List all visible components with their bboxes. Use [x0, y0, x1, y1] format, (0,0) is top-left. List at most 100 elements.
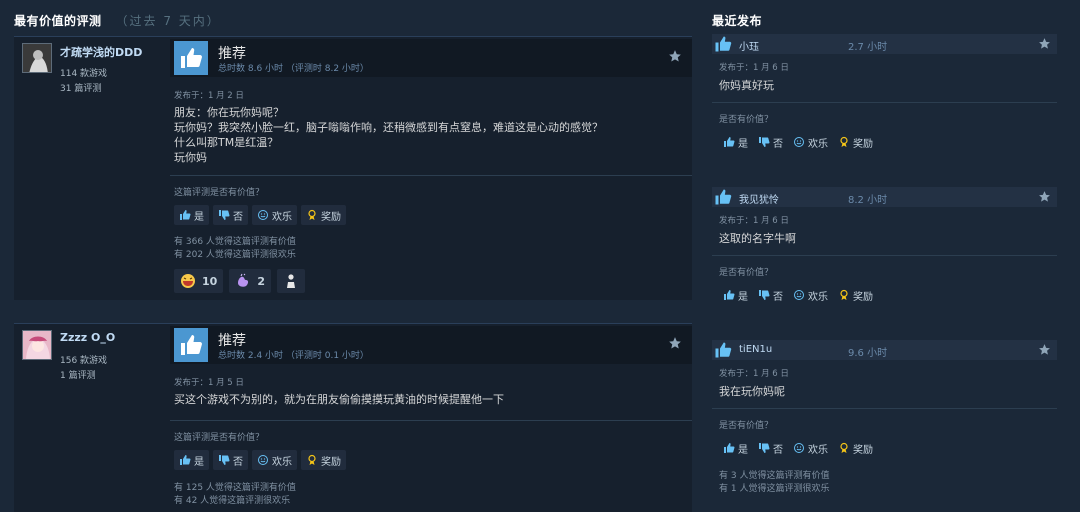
- star-icon[interactable]: [1038, 37, 1051, 50]
- helpful-question: 是否有价值？: [719, 268, 774, 278]
- recent-hours: 9.6 小时: [848, 348, 888, 359]
- author-reviews[interactable]: 1 篇评测: [60, 368, 96, 381]
- vote-no-button[interactable]: 否: [754, 285, 787, 305]
- review-text: 朋友：你在玩你妈呢？ 玩你妈？我突然小脸一红，脑子嗡嗡作响，还稍微感到有点窒息，…: [174, 105, 603, 165]
- star-icon[interactable]: [1038, 190, 1051, 203]
- thumbs-down-icon: [758, 136, 770, 148]
- helpful-count: 有 366 人觉得这篇评测有价值: [174, 237, 296, 247]
- recent-author[interactable]: tiEN1u: [739, 344, 772, 355]
- recent-heading: 最近发布: [712, 14, 763, 28]
- helpful-counts: 有 3 人觉得这篇评测有价值 有 1 人觉得这篇评测很欢乐: [719, 470, 829, 496]
- recent-review-header: tiEN1u 9.6 小时: [712, 340, 1057, 360]
- award-badge[interactable]: [276, 269, 305, 293]
- recent-hours: 2.7 小时: [848, 42, 888, 53]
- playtime: 总时数 2.4 小时 （评测时 0.1 小时）: [218, 351, 369, 361]
- avatar[interactable]: [22, 43, 52, 73]
- vote-funny-button[interactable]: 欢乐: [789, 438, 832, 458]
- vote-yes-button[interactable]: 是: [719, 285, 752, 305]
- vote-funny-button[interactable]: 欢乐: [789, 285, 832, 305]
- thumbs-down-icon: [758, 289, 770, 301]
- thumbs-up-icon: [723, 136, 735, 148]
- thumbs-down-icon: [758, 442, 770, 454]
- vote-no-button[interactable]: 否: [754, 132, 787, 152]
- review-text: 我在玩你妈呢: [719, 385, 785, 398]
- divider: [712, 408, 1057, 409]
- vote-yes-button[interactable]: 是: [174, 205, 209, 225]
- award-button[interactable]: 奖励: [834, 438, 877, 458]
- recent-review-card: tiEN1u 9.6 小时 发布于：1 月 6 日 我在玩你妈呢 是否有价值？ …: [712, 340, 1057, 512]
- vote-no-button[interactable]: 否: [213, 205, 248, 225]
- vote-yes-button[interactable]: 是: [719, 132, 752, 152]
- review-line: 朋友：你在玩你妈呢？: [174, 106, 284, 119]
- vote-no-button[interactable]: 否: [213, 450, 248, 470]
- star-icon[interactable]: [668, 336, 682, 350]
- posted-date: 发布于：1 月 6 日: [719, 216, 789, 226]
- recent-hours: 8.2 小时: [848, 195, 888, 206]
- award-badge[interactable]: 2: [229, 269, 271, 293]
- thumbs-up-icon: [174, 41, 208, 75]
- vote-buttons: 是 否 欢乐 奖励: [174, 205, 346, 225]
- author-reviews[interactable]: 31 篇评测: [60, 81, 101, 94]
- helpful-counts: 有 125 人觉得这篇评测有价值 有 42 人觉得这篇评测很欢乐: [174, 482, 296, 508]
- award-button[interactable]: 奖励: [834, 132, 877, 152]
- award-button[interactable]: 奖励: [301, 450, 346, 470]
- thumbs-up-icon: [174, 328, 208, 362]
- thumbs-up-icon: [179, 209, 191, 221]
- thumbs-up-icon: [714, 34, 732, 54]
- most-helpful-subheading: （过去 7 天内）: [115, 14, 221, 28]
- vote-yes-button[interactable]: 是: [174, 450, 209, 470]
- review-card: 才疏学浅的DDD 114 款游戏 31 篇评测 推荐 总时数 8.6 小时 （评…: [14, 36, 692, 300]
- awards-row: 10 2: [174, 269, 305, 293]
- vote-header: 推荐 总时数 2.4 小时 （评测时 0.1 小时）: [170, 326, 692, 364]
- review-line: 买这个游戏不为别的，就为在朋友偷偷摸摸玩黄油的时候提醒他一下: [174, 393, 504, 406]
- vote-buttons: 是 否 欢乐 奖励: [719, 132, 877, 152]
- medal-icon: [306, 209, 318, 221]
- divider: [170, 420, 692, 421]
- vote-funny-button[interactable]: 欢乐: [252, 450, 297, 470]
- review-text: 这取的名字牛啊: [719, 232, 796, 245]
- recent-author[interactable]: 小珏: [739, 38, 759, 53]
- thumbs-up-icon: [179, 454, 191, 466]
- posted-date: 发布于：1 月 5 日: [174, 378, 244, 388]
- star-icon[interactable]: [668, 49, 682, 63]
- author-games[interactable]: 156 款游戏: [60, 353, 107, 366]
- posted-date: 发布于：1 月 6 日: [719, 369, 789, 379]
- award-button[interactable]: 奖励: [834, 285, 877, 305]
- medal-icon: [838, 289, 850, 301]
- trophy-figure-icon: [286, 274, 295, 288]
- star-icon[interactable]: [1038, 343, 1051, 356]
- author-name[interactable]: Zzzz O_O: [60, 331, 115, 344]
- award-button[interactable]: 奖励: [301, 205, 346, 225]
- author-name[interactable]: 才疏学浅的DDD: [60, 44, 142, 60]
- review-text: 你妈真好玩: [719, 79, 774, 92]
- recommendation-title[interactable]: 推荐: [218, 43, 246, 63]
- vote-buttons: 是 否 欢乐 奖励: [719, 285, 877, 305]
- helpful-question: 是否有价值？: [719, 421, 774, 431]
- recent-author[interactable]: 我见犹怜: [739, 191, 779, 206]
- vote-buttons: 是 否 欢乐 奖励: [719, 438, 877, 458]
- recent-review-card: 我见犹怜 8.2 小时 发布于：1 月 6 日 这取的名字牛啊 是否有价值？ 是…: [712, 187, 1057, 317]
- vote-buttons: 是 否 欢乐 奖励: [174, 450, 346, 470]
- avatar[interactable]: [22, 330, 52, 360]
- vote-funny-button[interactable]: 欢乐: [252, 205, 297, 225]
- review-line: 玩你妈: [174, 151, 207, 164]
- award-badge[interactable]: 10: [174, 269, 224, 293]
- medal-icon: [838, 136, 850, 148]
- posted-date: 发布于：1 月 6 日: [719, 63, 789, 73]
- vote-yes-button[interactable]: 是: [719, 438, 752, 458]
- helpful-counts: 有 366 人觉得这篇评测有价值 有 202 人觉得这篇评测很欢乐: [174, 236, 296, 262]
- smile-icon: [257, 209, 269, 221]
- divider: [712, 255, 1057, 256]
- helpful-question: 这篇评测是否有价值？: [174, 188, 265, 198]
- vote-funny-button[interactable]: 欢乐: [789, 132, 832, 152]
- medal-icon: [306, 454, 318, 466]
- playtime: 总时数 8.6 小时 （评测时 8.2 小时）: [218, 64, 369, 74]
- author-games[interactable]: 114 款游戏: [60, 66, 107, 79]
- vote-no-button[interactable]: 否: [754, 438, 787, 458]
- review-line: 玩你妈？我突然小脸一红，脑子嗡嗡作响，还稍微感到有点窒息，难道这是心动的感觉？: [174, 121, 603, 134]
- laughing-face-icon: [181, 274, 195, 288]
- funny-count: 有 202 人觉得这篇评测很欢乐: [174, 250, 296, 260]
- recommendation-title[interactable]: 推荐: [218, 330, 246, 350]
- recent-review-header: 我见犹怜 8.2 小时: [712, 187, 1057, 207]
- review-line: 什么叫那TM是红温？: [174, 136, 279, 149]
